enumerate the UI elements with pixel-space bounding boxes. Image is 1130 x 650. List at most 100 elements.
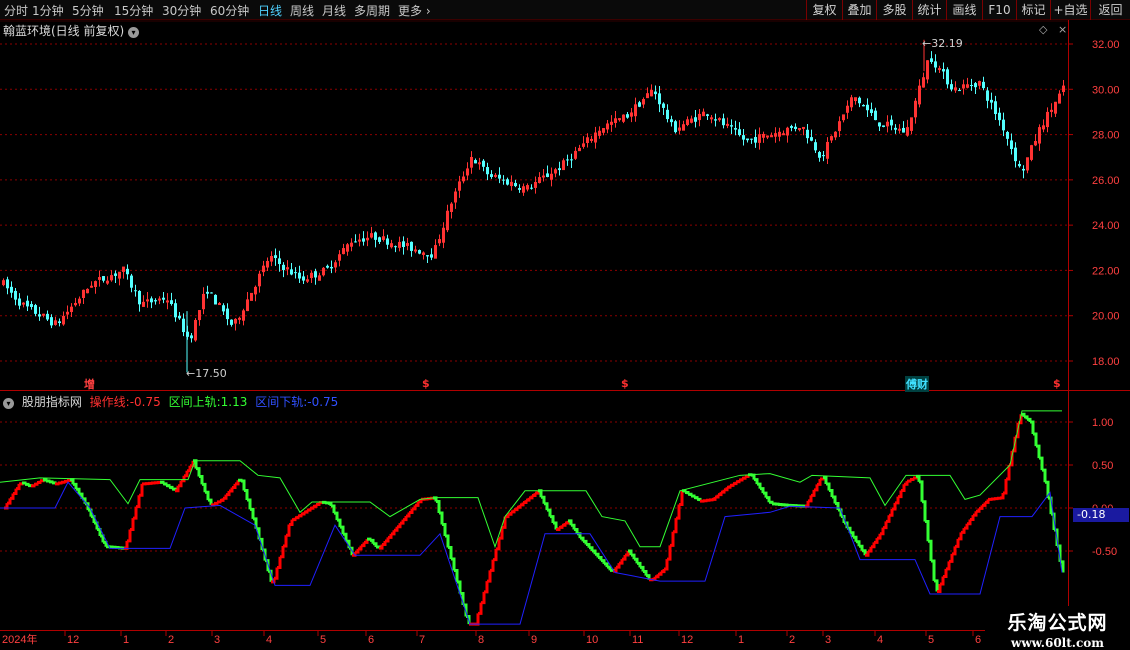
candle-body-down: [1006, 131, 1009, 139]
event-marker-increase[interactable]: 增: [84, 376, 95, 392]
operation-line-segment: [1000, 492, 1005, 500]
site-logo: 乐淘公式网 www.60lt.com: [985, 606, 1130, 650]
operation-line-segment: [637, 561, 642, 568]
candle-body-up: [782, 133, 785, 136]
operation-line-segment: [169, 485, 174, 490]
operation-line-segment: [481, 591, 486, 605]
candle-body-down: [426, 255, 429, 257]
upper-band-label: 区间上轨:: [168, 395, 221, 409]
event-marker-finance[interactable]: 傅财: [905, 376, 929, 392]
operation-line-segment: [232, 483, 237, 489]
candle-body-down: [50, 317, 53, 326]
operation-line-segment: [370, 538, 375, 544]
operation-line-segment: [295, 515, 300, 520]
x-tick-label: 2: [168, 634, 174, 646]
candle-body-up: [802, 126, 805, 129]
operation-line-segment: [325, 501, 330, 505]
operation-line-segment: [337, 518, 342, 528]
operation-line-segment: [754, 478, 759, 485]
upper-band-line: [0, 410, 1062, 549]
chevron-down-icon[interactable]: ▾: [128, 27, 140, 38]
operation-line-segment: [490, 559, 495, 572]
candle-body-up: [898, 128, 901, 131]
operation-line-segment: [61, 480, 66, 484]
operation-line-segment: [517, 504, 522, 509]
operation-line-segment: [685, 491, 690, 495]
x-tick-label: 3: [214, 634, 220, 646]
operation-line-segment: [961, 528, 966, 534]
candle-body-down: [114, 273, 117, 276]
operation-line-segment: [442, 522, 447, 536]
candle-body-down: [502, 179, 505, 181]
candle-body-down: [738, 129, 741, 136]
operation-line-segment: [292, 517, 297, 522]
logo-line1: 乐淘公式网: [1007, 612, 1108, 634]
operation-line-segment: [64, 479, 69, 483]
low-value: 17.50: [195, 367, 227, 380]
close-icon[interactable]: ×: [1058, 23, 1067, 36]
stock-title: 翰蓝环境(日线 前复权): [3, 24, 125, 38]
operation-line-segment: [241, 479, 246, 491]
indicator-tick-label: -0.50: [1092, 546, 1117, 558]
price-tick-label: 32.00: [1092, 39, 1120, 51]
candle-body-down: [58, 321, 61, 323]
operation-line-segment: [436, 500, 441, 514]
operation-line-segment: [43, 478, 48, 482]
candle-body-down: [990, 99, 993, 103]
operation-line-segment: [277, 556, 282, 569]
operation-line-segment: [823, 475, 828, 484]
operation-line-segment: [835, 502, 840, 511]
operation-line-segment: [616, 563, 621, 569]
candle-body-down: [206, 291, 209, 294]
operation-line-segment: [400, 519, 405, 525]
operation-line-segment: [298, 513, 303, 518]
operation-line-segment: [385, 537, 390, 543]
operation-line-segment: [205, 490, 210, 501]
operation-line-segment: [484, 581, 489, 594]
chart-axes: 32.00 30.00 28.00 26.00 24.00 22.00 20.00 18.00…: [0, 20, 1130, 650]
event-marker-dividend[interactable]: $: [422, 377, 430, 390]
indicator-header: ▾ 股朋指标网 操作线:-0.75 区间上轨:1.13 区间下轨:-0.75: [3, 393, 342, 410]
operation-line-segment: [289, 519, 294, 526]
event-marker-dividend[interactable]: $: [621, 377, 629, 390]
operation-line-segment: [763, 491, 768, 498]
candle-body-down: [326, 265, 329, 268]
operation-line-segment: [667, 545, 672, 561]
candle-body-down: [34, 305, 37, 314]
operation-line-segment: [448, 545, 453, 559]
candle-body-down: [378, 237, 381, 242]
operation-line-segment: [817, 478, 822, 486]
candle-body-down: [402, 241, 405, 247]
operation-line-segment: [955, 538, 960, 548]
operation-line-segment: [388, 533, 393, 539]
event-marker-dividend[interactable]: $: [1053, 377, 1061, 390]
operation-line-segment: [601, 559, 606, 564]
operation-line-segment: [367, 537, 372, 541]
candle-body-up: [238, 317, 241, 320]
operation-line-segment: [670, 531, 675, 547]
operation-line-segment: [382, 540, 387, 547]
operation-line-segment: [91, 515, 96, 524]
operation-line-segment: [229, 487, 234, 493]
operation-line-segment: [946, 561, 951, 571]
chevron-down-icon[interactable]: ▾: [3, 398, 14, 409]
candle-body-down: [174, 303, 177, 318]
operation-line-segment: [1030, 420, 1035, 435]
candle-body-up: [618, 118, 621, 121]
candle-body-up: [542, 175, 545, 178]
operation-line-segment: [925, 519, 930, 542]
indicator-name[interactable]: 股朋指标网: [22, 395, 82, 409]
candle-body-down: [570, 159, 573, 161]
operation-line-segment: [736, 480, 741, 484]
candle-body-down: [226, 308, 229, 320]
price-tick-label: 24.00: [1092, 220, 1120, 232]
candle-body-down: [626, 114, 629, 118]
price-tick-label: 18.00: [1092, 356, 1120, 368]
diamond-icon[interactable]: ◇: [1039, 23, 1047, 36]
operation-line-segment: [889, 509, 894, 517]
candle-body-down: [1022, 168, 1025, 171]
candle-body-down: [314, 271, 317, 278]
operation-line-segment: [583, 539, 588, 545]
operation-line-segment: [4, 503, 9, 510]
stock-chart[interactable]: 32.00 30.00 28.00 26.00 24.00 22.00 20.00 18.00…: [0, 0, 1130, 650]
